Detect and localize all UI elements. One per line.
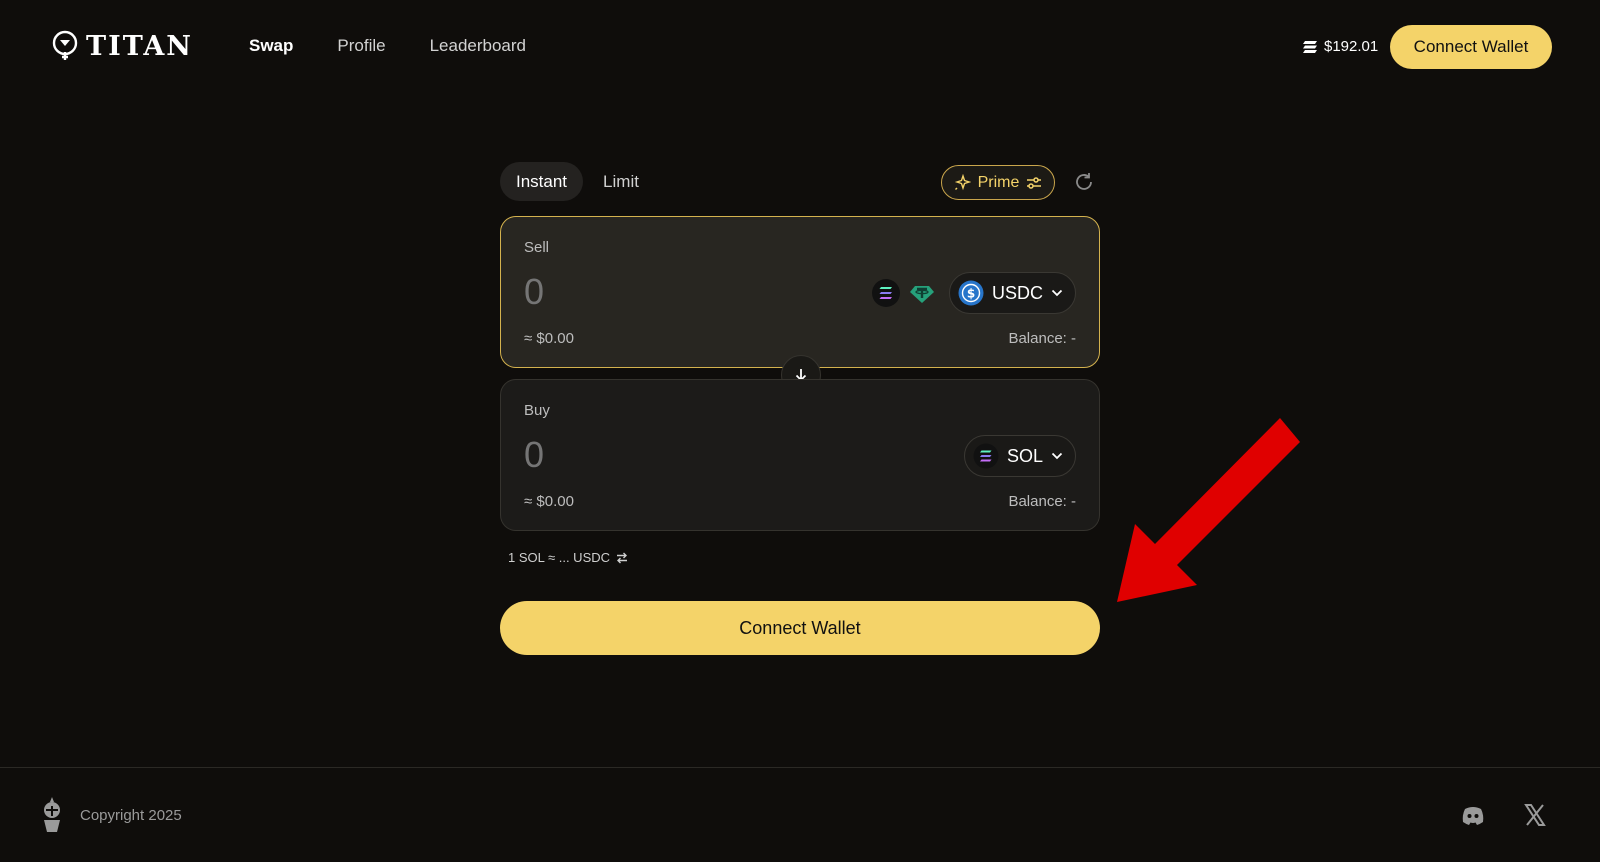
tab-limit[interactable]: Limit — [587, 162, 655, 201]
nav-swap[interactable]: Swap — [249, 36, 293, 56]
brand-name: TITAN — [86, 30, 193, 62]
buy-label: Buy — [524, 402, 550, 419]
usdt-token-icon[interactable] — [907, 278, 937, 308]
buy-amount-input[interactable] — [524, 432, 824, 478]
tab-instant[interactable]: Instant — [500, 162, 584, 201]
sell-token-select[interactable]: $ USDC — [948, 272, 1076, 314]
sol-price-display: $192.01 — [1303, 38, 1378, 55]
swap-page: TITAN Swap Profile Leaderboard $192.01 C… — [0, 0, 1600, 862]
titan-logo[interactable]: TITAN — [52, 30, 193, 62]
nav-leaderboard[interactable]: Leaderboard — [430, 36, 526, 56]
sparkle-icon — [954, 174, 971, 191]
buy-balance: Balance: - — [1008, 493, 1076, 510]
usdc-token-icon: $ — [958, 280, 984, 306]
exchange-rate[interactable]: 1 SOL ≈ ... USDC — [508, 550, 628, 565]
chevron-down-icon — [1051, 289, 1063, 297]
chevron-down-icon — [1051, 452, 1063, 460]
titan-warrior-icon — [44, 797, 60, 832]
sol-token-icon[interactable] — [871, 278, 901, 308]
prime-settings-button[interactable]: Prime — [941, 165, 1055, 200]
sell-amount-input[interactable] — [524, 269, 824, 315]
sell-label: Sell — [524, 239, 550, 256]
swap-mode-tabs: Instant Limit — [500, 162, 655, 201]
sell-card: Sell $ USDC ≈ $0.00 Balance: - — [500, 216, 1100, 368]
sol-token-icon — [973, 443, 999, 469]
sell-balance: Balance: - — [1008, 330, 1076, 347]
titan-helmet-icon — [52, 30, 78, 60]
sol-icon — [1303, 40, 1317, 53]
top-header: TITAN Swap Profile Leaderboard $192.01 C… — [0, 0, 1600, 92]
sol-price-value: $192.01 — [1324, 38, 1379, 55]
page-footer: Copyright 2025 — [0, 767, 1600, 862]
header-connect-wallet-button[interactable]: Connect Wallet — [1390, 25, 1552, 69]
buy-token-symbol: SOL — [1006, 445, 1043, 466]
sliders-icon — [1027, 176, 1042, 189]
sell-token-symbol: USDC — [991, 282, 1043, 303]
buy-usd-value: ≈ $0.00 — [524, 493, 574, 510]
prime-label: Prime — [977, 173, 1020, 191]
buy-card: Buy SOL ≈ $0.00 Balance: - — [500, 379, 1100, 531]
swap-arrows-icon — [617, 552, 628, 563]
discord-icon[interactable] — [1460, 802, 1486, 828]
exchange-rate-text: 1 SOL ≈ ... USDC — [508, 550, 611, 565]
refresh-icon[interactable] — [1072, 170, 1096, 194]
connect-wallet-button[interactable]: Connect Wallet — [500, 601, 1100, 655]
svg-text:$: $ — [967, 287, 975, 301]
annotation-arrow-icon — [1117, 418, 1300, 602]
buy-token-select[interactable]: SOL — [963, 435, 1076, 477]
sell-usd-value: ≈ $0.00 — [524, 330, 574, 347]
x-icon[interactable] — [1522, 802, 1548, 828]
copyright-text: Copyright 2025 — [80, 807, 182, 824]
main-nav: Swap Profile Leaderboard — [249, 36, 526, 56]
nav-profile[interactable]: Profile — [337, 36, 385, 56]
